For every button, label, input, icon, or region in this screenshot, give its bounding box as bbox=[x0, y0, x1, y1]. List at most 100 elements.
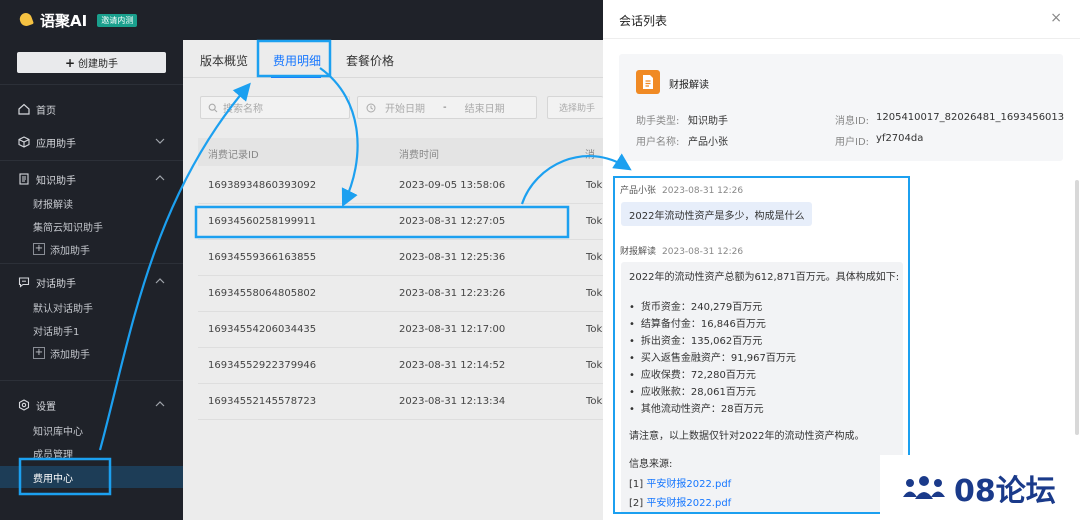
chevron-up-icon bbox=[155, 277, 165, 287]
document-icon bbox=[18, 173, 30, 185]
divider bbox=[0, 380, 183, 381]
tab-version-overview[interactable]: 版本概览 bbox=[200, 52, 248, 69]
cell-time: 2023-08-31 12:14:52 bbox=[399, 360, 506, 371]
column-header-id: 消费记录ID bbox=[208, 150, 259, 161]
answer-bullet: 应收账款：28,061百万元 bbox=[629, 383, 756, 398]
date-range-picker[interactable]: 开始日期 - 结束日期 bbox=[357, 96, 537, 119]
userid-label: 用户ID: bbox=[835, 137, 870, 148]
source-link[interactable]: 平安财报2022.pdf bbox=[646, 498, 731, 509]
scrollbar-thumb[interactable] bbox=[1075, 180, 1079, 435]
cell-time: 2023-09-05 13:58:06 bbox=[399, 180, 506, 191]
table-row[interactable]: 16938934860393092 2023-09-05 13:58:06 To… bbox=[198, 168, 603, 204]
select-placeholder: 选择助手 bbox=[559, 104, 596, 114]
clock-icon bbox=[366, 103, 376, 113]
sidebar-subitem-default-dialog[interactable]: 默认对话助手 bbox=[33, 297, 93, 317]
assistant-select[interactable]: 选择助手 bbox=[547, 96, 603, 119]
question-bubble: 2022年流动性资产是多少，构成是什么 bbox=[621, 202, 813, 226]
sidebar-item-label: 知识助手 bbox=[36, 175, 76, 187]
chevron-down-icon bbox=[155, 137, 165, 147]
answer-bubble: 2022年的流动性资产总额为612,871百万元。具体构成如下: 货币资金：24… bbox=[621, 262, 903, 512]
question-user: 产品小张 bbox=[620, 186, 657, 196]
search-input[interactable]: 搜索名称 bbox=[200, 96, 350, 119]
cell-id: 16934552145578723 bbox=[208, 396, 317, 407]
divider bbox=[0, 84, 183, 85]
beta-badge: 邀请内测 bbox=[97, 13, 138, 27]
table-row[interactable]: 16934554206034435 2023-08-31 12:17:00 To… bbox=[198, 312, 603, 348]
question-time: 2023-08-31 12:26 bbox=[662, 186, 744, 196]
add-dialog-assistant[interactable]: + 添加助手 bbox=[33, 343, 90, 363]
people-icon bbox=[900, 475, 948, 501]
plus-box-icon: + bbox=[33, 347, 45, 359]
close-icon[interactable]: × bbox=[1050, 10, 1062, 26]
home-icon bbox=[18, 103, 30, 115]
answer-intro: 2022年的流动性资产总额为612,871百万元。具体构成如下: bbox=[629, 272, 900, 283]
table-row[interactable]: 16934552922379946 2023-08-31 12:14:52 To… bbox=[198, 348, 603, 384]
sidebar-subitem-jijianyun[interactable]: 集简云知识助手 bbox=[33, 216, 103, 236]
sidebar-item-settings[interactable]: 设置 bbox=[0, 394, 183, 416]
table-header: 消费记录ID 消费时间 消 bbox=[198, 138, 603, 166]
cell-id: 16934558064805802 bbox=[208, 288, 317, 299]
cube-icon bbox=[18, 136, 30, 148]
create-assistant-label: 创建助手 bbox=[78, 59, 119, 70]
watermark-text: 08论坛 bbox=[954, 473, 1056, 509]
sidebar-item-apps[interactable]: 应用助手 bbox=[0, 131, 183, 153]
answer-bullet: 结算备付金：16,846百万元 bbox=[629, 315, 766, 330]
cell-id: 16934560258199911 bbox=[208, 216, 317, 227]
date-end-placeholder: 结束日期 bbox=[464, 104, 505, 115]
cell-extra: Tok bbox=[586, 360, 603, 371]
table-row[interactable]: 16934558064805802 2023-08-31 12:23:26 To… bbox=[198, 276, 603, 312]
cell-extra: Tok bbox=[586, 288, 603, 299]
search-icon bbox=[208, 103, 218, 113]
panel-title: 会话列表 bbox=[619, 14, 668, 28]
assistant-info-card: 财报解读 助手类型: 知识助手 消息ID: 1205410017_8202648… bbox=[619, 54, 1065, 161]
answer-bullet: 买入返售金融资产：91,967百万元 bbox=[629, 349, 796, 364]
add-knowledge-assistant[interactable]: + 添加助手 bbox=[33, 239, 90, 259]
username-value: 产品小张 bbox=[688, 137, 728, 148]
sidebar-subitem-dialog1[interactable]: 对话助手1 bbox=[33, 320, 79, 340]
tab-pricing[interactable]: 套餐价格 bbox=[346, 52, 394, 69]
date-start-placeholder: 开始日期 bbox=[385, 104, 425, 115]
create-assistant-button[interactable]: + 创建助手 bbox=[17, 52, 166, 73]
sidebar-item-label: 设置 bbox=[36, 401, 56, 413]
answer-meta: 财报解读 2023-08-31 12:26 bbox=[620, 244, 743, 257]
table-row[interactable]: 16934552145578723 2023-08-31 12:13:34 To… bbox=[198, 384, 603, 420]
cell-id: 16934552922379946 bbox=[208, 360, 317, 371]
active-item-highlight bbox=[0, 466, 183, 488]
top-header bbox=[183, 0, 603, 40]
app-logo[interactable]: 语聚AI 邀请内测 bbox=[0, 0, 183, 40]
sidebar-item-dialog[interactable]: 对话助手 bbox=[0, 271, 183, 293]
answer-bullet: 货币资金：240,279百万元 bbox=[629, 298, 762, 313]
sidebar-subitem-knowledge-center[interactable]: 知识库中心 bbox=[33, 420, 83, 440]
sidebar-item-knowledge[interactable]: 知识助手 bbox=[0, 168, 183, 190]
divider bbox=[0, 263, 183, 264]
cell-extra: Tok bbox=[586, 324, 603, 335]
billing-main: 版本概览 费用明细 套餐价格 搜索名称 开始日期 - 结束日期 选择助手 消费记… bbox=[183, 40, 603, 520]
answer-user: 财报解读 bbox=[620, 247, 657, 257]
cell-time: 2023-08-31 12:13:34 bbox=[399, 396, 506, 407]
column-header-time: 消费时间 bbox=[399, 150, 439, 161]
active-tab-indicator bbox=[271, 76, 321, 78]
cell-id: 16934554206034435 bbox=[208, 324, 317, 335]
sidebar-subitem-billing[interactable]: 费用中心 bbox=[33, 467, 73, 487]
username-label: 用户名称: bbox=[636, 137, 680, 148]
cell-time: 2023-08-31 12:27:05 bbox=[399, 216, 506, 227]
cell-extra: Tok bbox=[586, 216, 603, 227]
sidebar-item-label: 对话助手 bbox=[36, 278, 76, 290]
document-icon bbox=[636, 70, 660, 94]
table-row[interactable]: 16934560258199911 2023-08-31 12:27:05 To… bbox=[198, 204, 603, 240]
add-label: 添加助手 bbox=[50, 349, 90, 361]
msgid-value: 1205410017_82026481_1693456013 bbox=[876, 112, 1065, 123]
plus-icon: + bbox=[64, 55, 76, 70]
table-row[interactable]: 16934559366163855 2023-08-31 12:25:36 To… bbox=[198, 240, 603, 276]
cell-extra: Tok bbox=[586, 396, 603, 407]
source-item: [1] 平安财报2022.pdf bbox=[629, 475, 731, 490]
sidebar-item-label: 应用助手 bbox=[36, 138, 76, 150]
divider bbox=[0, 160, 183, 161]
source-link[interactable]: 平安财报2022.pdf bbox=[646, 479, 731, 490]
sidebar-item-home[interactable]: 首页 bbox=[0, 98, 183, 120]
tab-cost-details[interactable]: 费用明细 bbox=[273, 52, 321, 69]
cell-extra: Tok bbox=[586, 180, 603, 191]
sidebar-subitem-report[interactable]: 财报解读 bbox=[33, 193, 73, 213]
date-separator: - bbox=[443, 102, 447, 113]
sidebar-subitem-members[interactable]: 成员管理 bbox=[33, 443, 73, 463]
